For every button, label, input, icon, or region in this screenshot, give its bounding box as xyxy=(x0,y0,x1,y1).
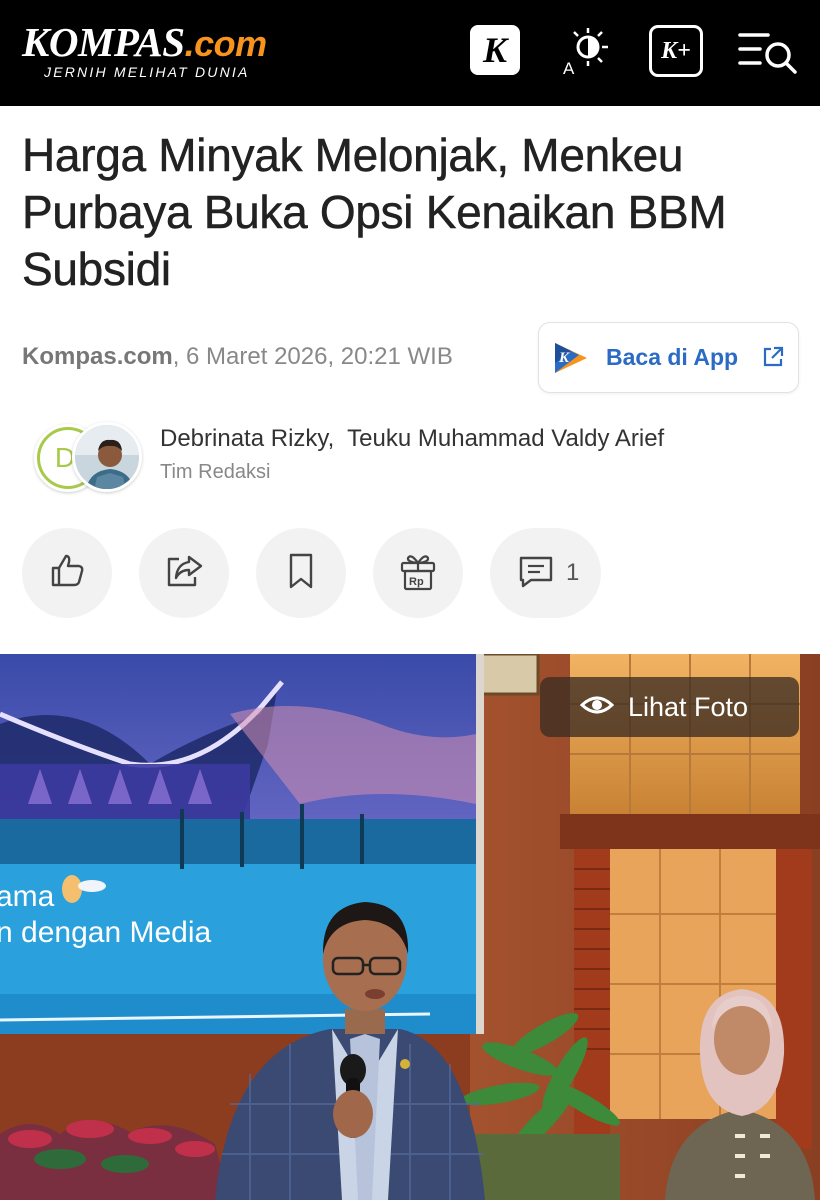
svg-text:Rp: Rp xyxy=(409,576,424,588)
logo-wordmark: KOMPAS xyxy=(22,19,185,65)
view-photo-label: Lihat Foto xyxy=(628,691,749,722)
like-icon xyxy=(47,551,87,596)
bookmark-button[interactable] xyxy=(256,528,346,618)
top-bar: KOMPAS.com JERNIH MELIHAT DUNIA K A K+ xyxy=(0,0,820,106)
like-button[interactable] xyxy=(22,528,112,618)
editorial-team: Tim Redaksi xyxy=(160,461,271,483)
kompas-logo[interactable]: KOMPAS.com JERNIH MELIHAT DUNIA xyxy=(22,20,267,80)
author-avatar-photo[interactable] xyxy=(72,422,142,492)
article-date: , 6 Maret 2026, 20:21 WIB xyxy=(172,343,453,370)
gift-button[interactable]: Rp xyxy=(373,528,463,618)
screen-text-1: ama xyxy=(0,880,55,913)
comment-count: 1 xyxy=(566,559,580,586)
eye-icon xyxy=(579,694,615,721)
theme-contrast-icon[interactable]: A xyxy=(560,25,612,77)
comment-button[interactable]: 1 xyxy=(490,528,601,618)
kompas-k-icon[interactable]: K xyxy=(470,25,520,75)
bookmark-icon xyxy=(283,551,319,596)
article-meta: Kompas.com, 6 Maret 2026, 20:21 WIB xyxy=(22,343,453,371)
view-photo-button[interactable]: Lihat Foto xyxy=(540,677,799,737)
svg-text:K: K xyxy=(558,350,570,366)
article-authors[interactable]: Debrinata Rizky, Teuku Muhammad Valdy Ar… xyxy=(160,425,664,453)
read-in-app-button[interactable]: K Baca di App xyxy=(538,322,799,393)
kompas-plus-icon[interactable]: K+ xyxy=(649,25,703,77)
k-button-label: K xyxy=(482,30,507,70)
read-in-app-label: Baca di App xyxy=(606,344,739,370)
external-link-icon xyxy=(761,345,785,374)
svg-text:A: A xyxy=(563,59,575,77)
logo-tagline: JERNIH MELIHAT DUNIA xyxy=(44,64,250,80)
article-source[interactable]: Kompas.com xyxy=(22,343,173,370)
share-button[interactable] xyxy=(139,528,229,618)
article-title: Harga Minyak Melonjak, Menkeu Purbaya Bu… xyxy=(22,129,727,296)
kplus-label: K+ xyxy=(661,37,691,64)
gift-rp-icon: Rp xyxy=(396,549,440,598)
logo-domain: .com xyxy=(184,23,268,64)
comment-icon xyxy=(516,551,556,596)
menu-search-icon[interactable] xyxy=(738,25,800,77)
share-icon xyxy=(163,551,205,596)
screen-text-2: n dengan Media xyxy=(0,916,211,949)
kompas-app-icon: K xyxy=(553,341,589,380)
